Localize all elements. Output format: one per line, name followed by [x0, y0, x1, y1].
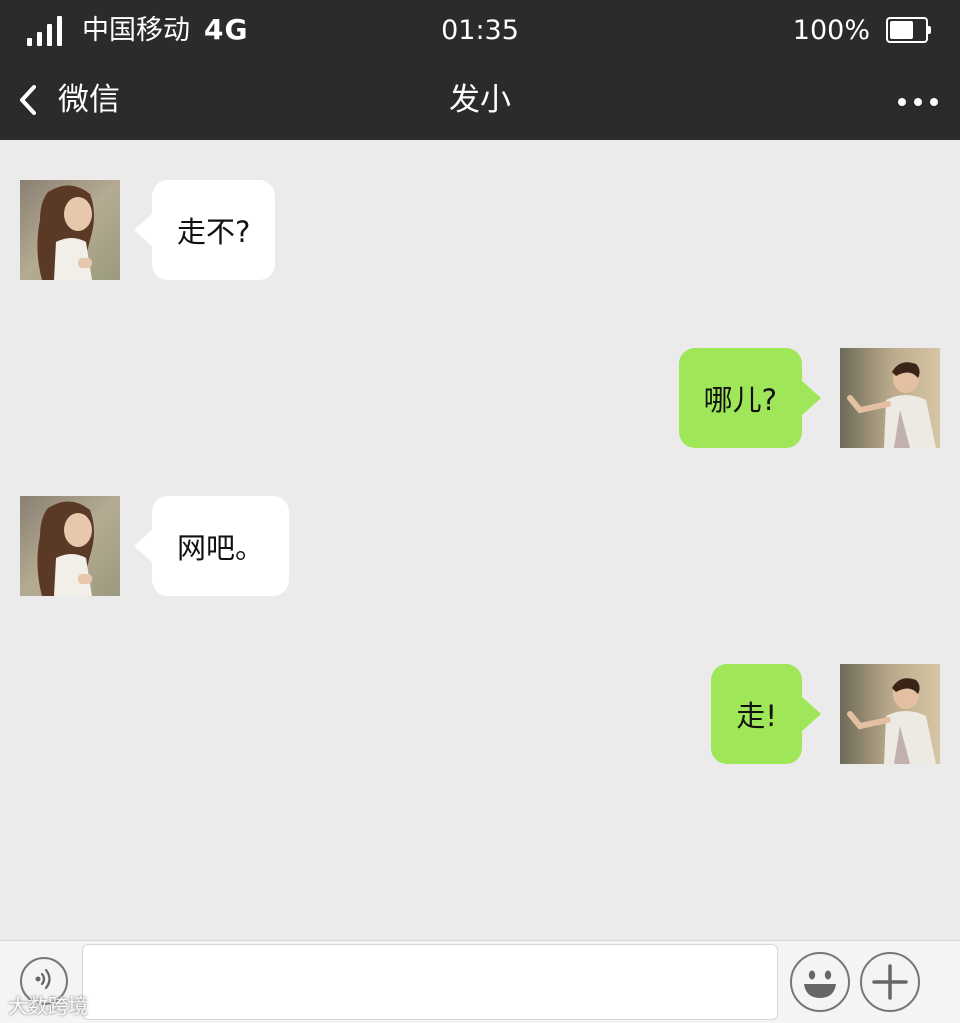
- battery-icon: [886, 17, 931, 43]
- message-row: 走不?: [0, 180, 960, 280]
- message-bubble[interactable]: 走不?: [133, 180, 276, 280]
- status-bar: 中国移动 4G 01:35 100%: [0, 0, 960, 62]
- emoji-button[interactable]: [790, 952, 850, 1012]
- message-bubble[interactable]: 哪儿?: [678, 348, 822, 448]
- message-row: 走!: [0, 664, 960, 764]
- message-row: 网吧。: [0, 496, 960, 596]
- input-bar: [0, 940, 960, 1023]
- battery-percent: 100%: [792, 15, 870, 46]
- chat-title: 发小: [449, 82, 511, 118]
- plus-button[interactable]: [860, 952, 920, 1012]
- chat-area[interactable]: 走不? 哪儿? 网吧。 走!: [0, 140, 960, 940]
- message-bubble[interactable]: 网吧。: [133, 496, 290, 596]
- message-input[interactable]: [82, 944, 778, 1020]
- girl-avatar[interactable]: [20, 180, 120, 280]
- nav-bar: 微信 发小: [0, 62, 960, 140]
- watermark: 大数跨境: [8, 994, 88, 1018]
- message-row: 哪儿?: [0, 348, 960, 448]
- girl-avatar[interactable]: [20, 496, 120, 596]
- more-options-icon[interactable]: [896, 84, 940, 118]
- boy-avatar[interactable]: [840, 664, 940, 764]
- boy-avatar[interactable]: [840, 348, 940, 448]
- message-bubble[interactable]: 走!: [711, 664, 821, 764]
